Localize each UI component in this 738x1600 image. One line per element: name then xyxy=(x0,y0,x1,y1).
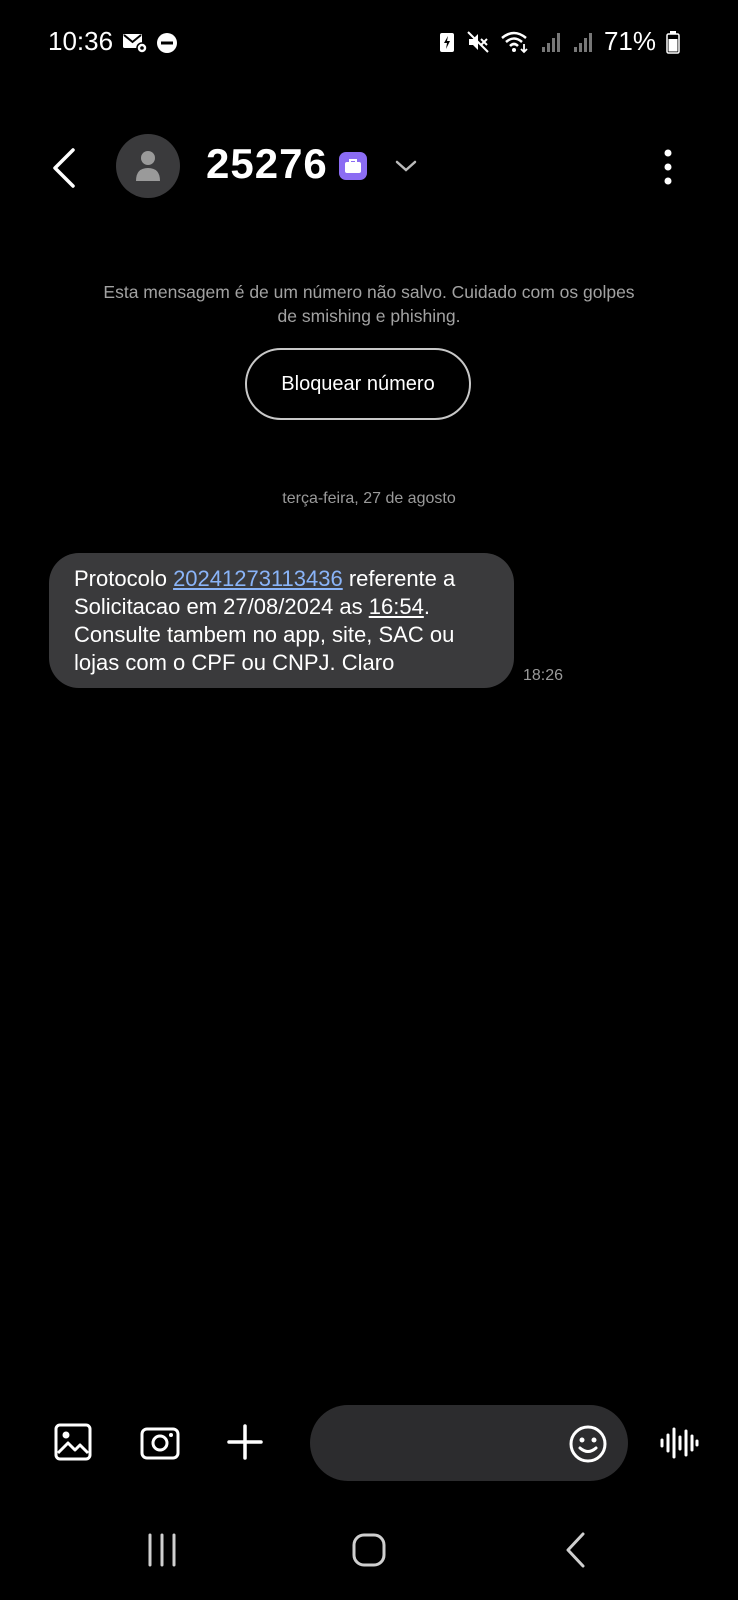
chevron-down-icon xyxy=(395,160,417,172)
battery-saver-icon xyxy=(438,30,456,54)
voice-record-button[interactable] xyxy=(654,1418,704,1468)
camera-icon xyxy=(140,1427,180,1460)
status-right: 71% xyxy=(438,26,680,57)
wifi-icon xyxy=(500,30,530,54)
back-arrow-icon xyxy=(53,148,75,188)
voice-record-icon xyxy=(660,1427,699,1459)
signal-icon xyxy=(572,31,594,53)
message-settings-icon xyxy=(122,32,148,59)
gallery-icon xyxy=(54,1423,92,1461)
camera-button[interactable] xyxy=(133,1415,187,1469)
business-briefcase-icon xyxy=(345,159,361,173)
more-vertical-icon xyxy=(664,149,672,185)
business-badge[interactable] xyxy=(339,152,367,180)
message-text: Protocolo xyxy=(74,566,174,591)
protocol-number-link[interactable]: 20241273113436 xyxy=(173,566,343,591)
recent-apps-icon xyxy=(148,1533,176,1567)
message-bubble[interactable]: Protocolo 20241273113436 referente a Sol… xyxy=(49,553,514,688)
nav-back-button[interactable] xyxy=(545,1520,605,1580)
block-number-button[interactable]: Bloquear número xyxy=(245,348,471,420)
plus-icon xyxy=(227,1424,263,1460)
home-icon xyxy=(352,1533,386,1567)
status-left-icons xyxy=(122,32,178,59)
person-icon xyxy=(136,151,160,181)
back-button[interactable] xyxy=(40,140,88,196)
more-options-button[interactable] xyxy=(650,142,686,192)
emoji-button[interactable] xyxy=(566,1422,610,1466)
recent-apps-button[interactable] xyxy=(132,1520,192,1580)
emoji-icon xyxy=(569,1425,607,1463)
time-link[interactable]: 16:54 xyxy=(369,594,424,619)
avatar[interactable] xyxy=(116,134,180,198)
unsaved-number-warning: Esta mensagem é de um número não salvo. … xyxy=(103,282,635,326)
signal-icon xyxy=(540,31,562,53)
mute-icon xyxy=(466,30,490,54)
add-attachment-button[interactable] xyxy=(218,1415,272,1469)
date-separator: terça-feira, 27 de agosto xyxy=(282,490,456,507)
do-not-disturb-icon xyxy=(156,32,178,59)
status-time: 10:36 xyxy=(48,26,114,56)
contact-name[interactable]: 25276 xyxy=(206,140,328,188)
gallery-button[interactable] xyxy=(46,1415,100,1469)
contact-details-dropdown[interactable] xyxy=(392,152,420,180)
home-button[interactable] xyxy=(339,1520,399,1580)
message-timestamp: 18:26 xyxy=(523,667,564,684)
back-icon xyxy=(566,1532,585,1568)
battery-icon xyxy=(666,30,680,54)
battery-percent: 71% xyxy=(603,26,656,56)
